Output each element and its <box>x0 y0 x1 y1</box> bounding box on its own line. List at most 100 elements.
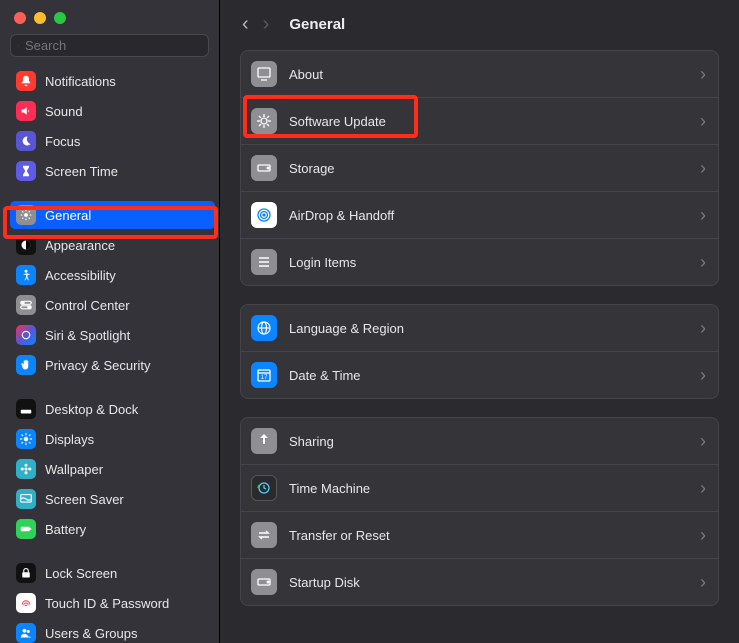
flower-icon <box>16 459 36 479</box>
row-software-update[interactable]: Software Update › <box>241 98 718 145</box>
chevron-right-icon: › <box>700 205 706 226</box>
row-date-time[interactable]: 17 Date & Time › <box>241 352 718 398</box>
sidebar: Notifications Sound Focus Screen Time Ge… <box>0 0 220 643</box>
chevron-right-icon: › <box>700 158 706 179</box>
chevron-right-icon: › <box>700 111 706 132</box>
forward-button[interactable]: › <box>263 14 270 34</box>
sidebar-item-label: Accessibility <box>45 268 116 283</box>
minimize-window-button[interactable] <box>34 12 46 24</box>
row-sharing[interactable]: Sharing › <box>241 418 718 465</box>
row-label: Storage <box>289 161 335 176</box>
header: ‹ › General <box>220 0 739 44</box>
sidebar-item-screen-saver[interactable]: Screen Saver <box>10 485 215 513</box>
sidebar-item-siri-spotlight[interactable]: Siri & Spotlight <box>10 321 215 349</box>
sidebar-item-label: General <box>45 208 91 223</box>
fullscreen-window-button[interactable] <box>54 12 66 24</box>
sidebar-item-users-groups[interactable]: Users & Groups <box>10 619 215 643</box>
sidebar-item-sound[interactable]: Sound <box>10 97 215 125</box>
row-time-machine[interactable]: Time Machine › <box>241 465 718 512</box>
row-label: Login Items <box>289 255 356 270</box>
sidebar-item-lock-screen[interactable]: Lock Screen <box>10 559 215 587</box>
sidebar-list: Notifications Sound Focus Screen Time Ge… <box>0 65 219 643</box>
sidebar-item-label: Appearance <box>45 238 115 253</box>
back-button[interactable]: ‹ <box>242 14 249 34</box>
users-icon <box>16 623 36 643</box>
row-storage[interactable]: Storage › <box>241 145 718 192</box>
disk-icon <box>251 569 277 595</box>
gear-icon <box>16 205 36 225</box>
page-title: General <box>289 16 345 33</box>
row-label: Language & Region <box>289 321 404 336</box>
row-login-items[interactable]: Login Items › <box>241 239 718 285</box>
sidebar-item-wallpaper[interactable]: Wallpaper <box>10 455 215 483</box>
contrast-icon <box>16 235 36 255</box>
sidebar-item-screen-time[interactable]: Screen Time <box>10 157 215 185</box>
chevron-right-icon: › <box>700 478 706 499</box>
bell-icon <box>16 71 36 91</box>
row-label: Date & Time <box>289 368 361 383</box>
moon-icon <box>16 131 36 151</box>
row-label: Time Machine <box>289 481 370 496</box>
sidebar-item-label: Desktop & Dock <box>45 402 138 417</box>
sidebar-item-appearance[interactable]: Appearance <box>10 231 215 259</box>
search-field[interactable] <box>10 34 209 57</box>
fingerprint-icon <box>16 593 36 613</box>
airdrop-icon <box>251 202 277 228</box>
sidebar-item-label: Siri & Spotlight <box>45 328 130 343</box>
chevron-right-icon: › <box>700 525 706 546</box>
row-label: Transfer or Reset <box>289 528 390 543</box>
sidebar-item-label: Lock Screen <box>45 566 117 581</box>
chevron-right-icon: › <box>700 365 706 386</box>
settings-group-3: Sharing › Time Machine › Transfer or Res… <box>240 417 719 606</box>
row-airdrop-handoff[interactable]: AirDrop & Handoff › <box>241 192 718 239</box>
person-icon <box>16 265 36 285</box>
main-panel: ‹ › General About › Software Update › St… <box>220 0 739 643</box>
sidebar-item-label: Control Center <box>45 298 130 313</box>
sidebar-item-privacy-security[interactable]: Privacy & Security <box>10 351 215 379</box>
row-startup-disk[interactable]: Startup Disk › <box>241 559 718 605</box>
row-language-region[interactable]: Language & Region › <box>241 305 718 352</box>
sidebar-item-label: Wallpaper <box>45 462 103 477</box>
speaker-icon <box>16 101 36 121</box>
row-label: About <box>289 67 323 82</box>
search-input[interactable] <box>25 38 201 53</box>
dock-icon <box>16 399 36 419</box>
mac-icon <box>251 61 277 87</box>
sidebar-item-general[interactable]: General <box>10 201 215 229</box>
search-icon <box>18 39 19 52</box>
battery-icon <box>16 519 36 539</box>
row-transfer-reset[interactable]: Transfer or Reset › <box>241 512 718 559</box>
chevron-right-icon: › <box>700 431 706 452</box>
sidebar-item-displays[interactable]: Displays <box>10 425 215 453</box>
hand-icon <box>16 355 36 375</box>
row-label: Software Update <box>289 114 386 129</box>
sidebar-item-label: Users & Groups <box>45 626 137 641</box>
sidebar-item-notifications[interactable]: Notifications <box>10 67 215 95</box>
globe-icon <box>251 315 277 341</box>
wave-icon <box>16 489 36 509</box>
sidebar-item-label: Displays <box>45 432 94 447</box>
hourglass-icon <box>16 161 36 181</box>
sidebar-item-control-center[interactable]: Control Center <box>10 291 215 319</box>
row-label: Sharing <box>289 434 334 449</box>
sidebar-item-label: Sound <box>45 104 83 119</box>
share-icon <box>251 428 277 454</box>
row-about[interactable]: About › <box>241 51 718 98</box>
switches-icon <box>16 295 36 315</box>
chevron-right-icon: › <box>700 64 706 85</box>
list-icon <box>251 249 277 275</box>
sidebar-item-battery[interactable]: Battery <box>10 515 215 543</box>
sidebar-item-desktop-dock[interactable]: Desktop & Dock <box>10 395 215 423</box>
chevron-right-icon: › <box>700 252 706 273</box>
sidebar-item-focus[interactable]: Focus <box>10 127 215 155</box>
sidebar-item-label: Screen Time <box>45 164 118 179</box>
lock-icon <box>16 563 36 583</box>
close-window-button[interactable] <box>14 12 26 24</box>
sidebar-item-touch-id[interactable]: Touch ID & Password <box>10 589 215 617</box>
disk-icon <box>251 155 277 181</box>
sidebar-item-label: Screen Saver <box>45 492 124 507</box>
siri-icon <box>16 325 36 345</box>
chevron-right-icon: › <box>700 572 706 593</box>
sidebar-item-accessibility[interactable]: Accessibility <box>10 261 215 289</box>
settings-group-2: Language & Region › 17 Date & Time › <box>240 304 719 399</box>
